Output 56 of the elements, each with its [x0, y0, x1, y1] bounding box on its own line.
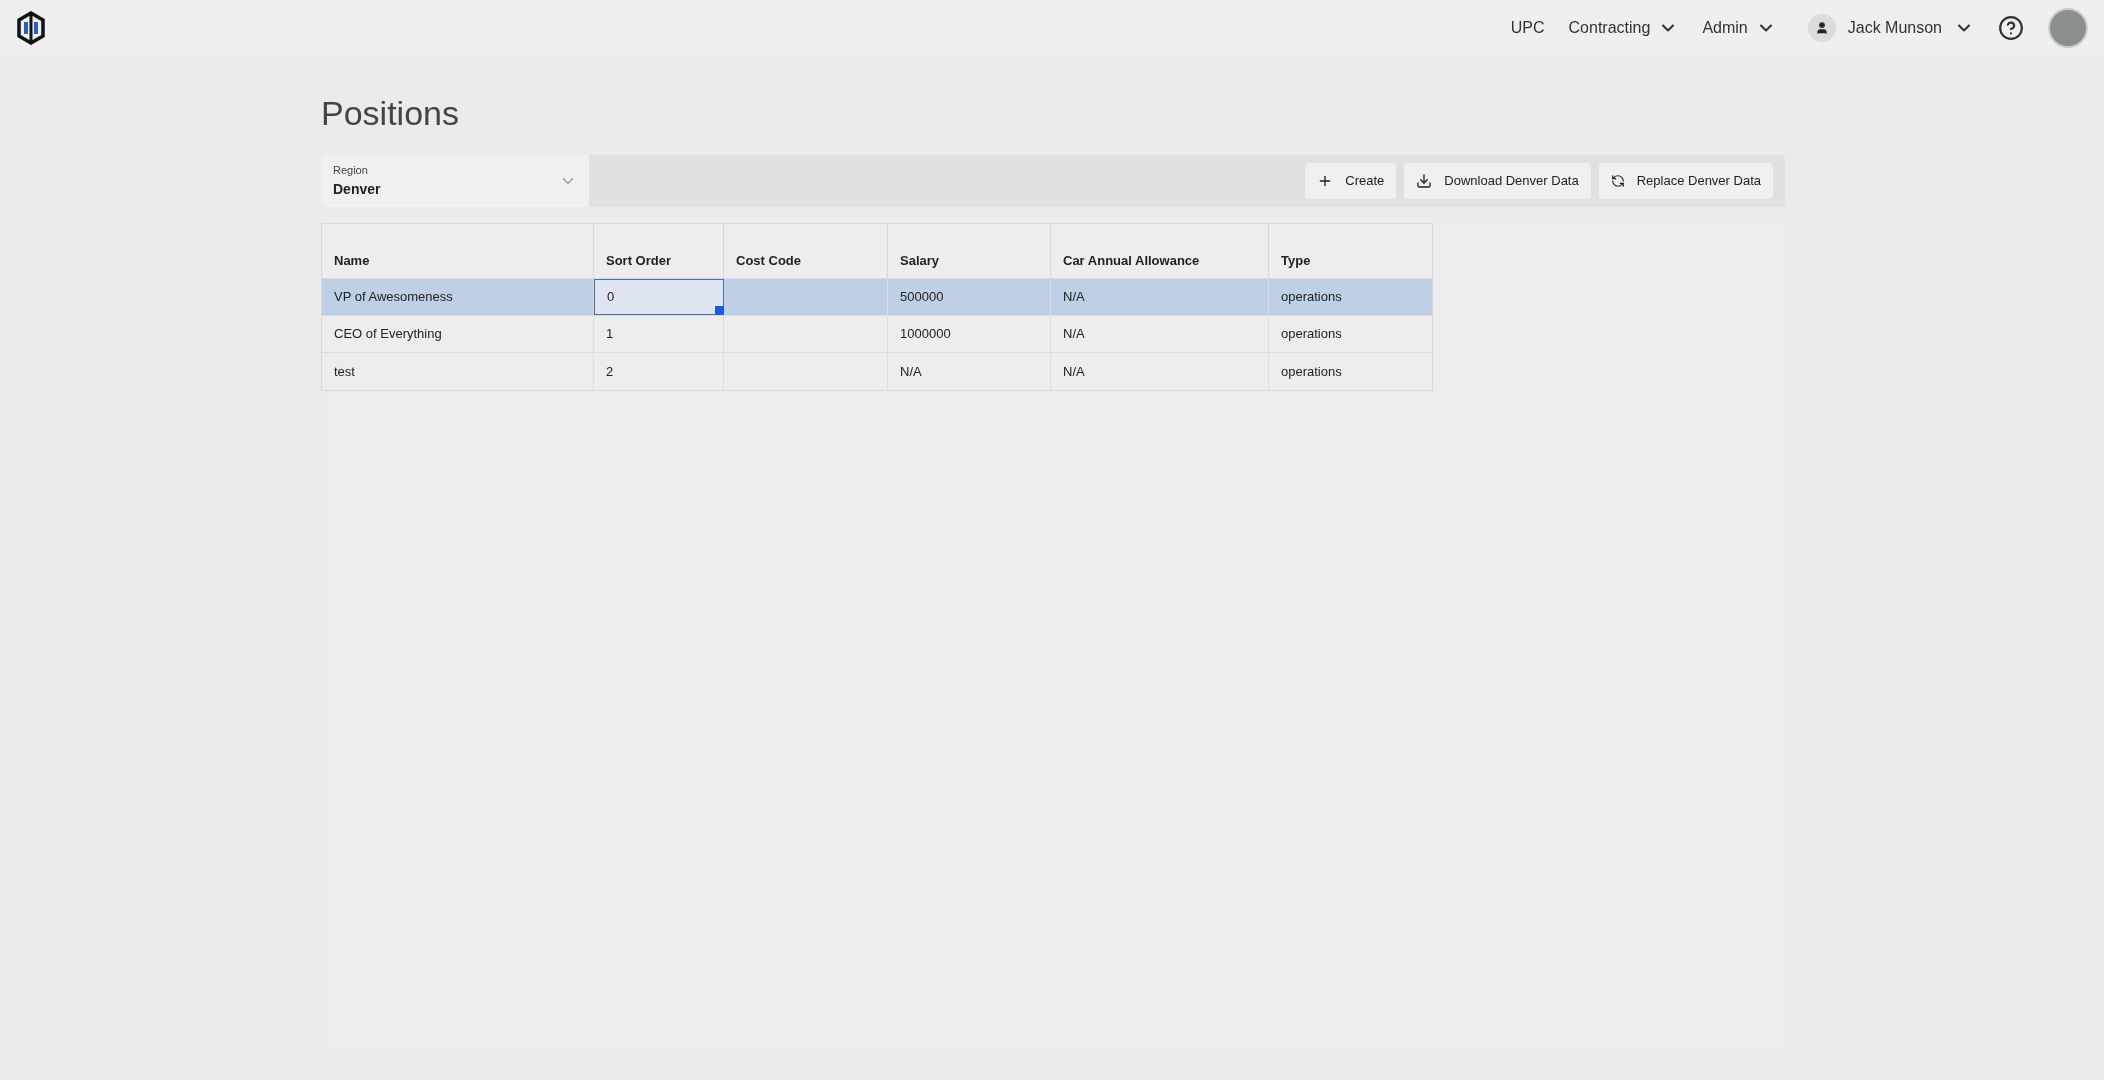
- column-header[interactable]: Type: [1269, 224, 1432, 278]
- table-row[interactable]: VP of Awesomeness 0 500000 N/A operations: [322, 279, 1432, 316]
- refresh-icon: [1610, 174, 1625, 188]
- cell-text: N/A: [1063, 362, 1085, 381]
- fill-handle[interactable]: [715, 306, 724, 315]
- cell-text: N/A: [1063, 288, 1085, 307]
- region-select[interactable]: Region Denver: [321, 155, 589, 207]
- table-cell[interactable]: 500000: [888, 279, 1051, 315]
- table-cell[interactable]: operations: [1269, 316, 1432, 352]
- toolbar-button[interactable]: Replace Denver Data: [1598, 163, 1773, 199]
- cell-text: 1000000: [900, 325, 951, 344]
- cell-text: N/A: [1063, 325, 1085, 344]
- cell-text: 0: [607, 288, 615, 307]
- column-header[interactable]: Sort Order: [594, 224, 724, 278]
- download-icon: [1416, 173, 1433, 189]
- cell-text: CEO of Everything: [334, 325, 442, 344]
- page-title: Positions: [321, 93, 460, 133]
- logo-icon: [16, 10, 46, 45]
- column-header[interactable]: Name: [322, 224, 594, 278]
- cell-text: 1: [606, 325, 614, 344]
- cell-text: 500000: [900, 288, 944, 307]
- table-cell[interactable]: N/A: [888, 353, 1051, 390]
- table-row[interactable]: CEO of Everything 1 1000000 N/A operations: [322, 316, 1432, 353]
- nav-menu-item[interactable]: UPC: [1510, 15, 1545, 40]
- column-header[interactable]: Cost Code: [724, 224, 888, 278]
- help-icon[interactable]: [1998, 14, 2024, 41]
- toolbar-button[interactable]: Download Denver Data: [1404, 163, 1591, 199]
- table-cell[interactable]: test: [322, 353, 594, 390]
- cell-text: operations: [1281, 325, 1342, 344]
- cell-text: operations: [1281, 288, 1342, 307]
- cell-text: 2: [606, 362, 614, 381]
- avatar[interactable]: [2048, 7, 2088, 48]
- cell-text: N/A: [900, 362, 922, 381]
- nav-menu-item[interactable]: Admin: [1702, 15, 1776, 40]
- column-header[interactable]: Salary: [888, 224, 1051, 278]
- table-cell[interactable]: 2: [594, 353, 724, 390]
- table-row[interactable]: test 2 N/A N/A operations: [322, 353, 1432, 390]
- table-cell[interactable]: 1: [594, 316, 724, 352]
- nav-menu-item[interactable]: Contracting: [1568, 15, 1679, 40]
- table-cell[interactable]: N/A: [1051, 316, 1269, 352]
- table-cell[interactable]: operations: [1269, 279, 1432, 315]
- table-cell[interactable]: 1000000: [888, 316, 1051, 352]
- cell-text: operations: [1281, 362, 1342, 381]
- toolbar-button[interactable]: Create: [1305, 163, 1397, 199]
- cell-text: VP of Awesomeness: [334, 288, 453, 307]
- column-header[interactable]: Car Annual Allowance: [1051, 224, 1269, 278]
- table-cell[interactable]: N/A: [1051, 353, 1269, 390]
- user-icon: [1807, 13, 1836, 42]
- region-label: Region: [333, 163, 369, 179]
- table-cell[interactable]: N/A: [1051, 279, 1269, 315]
- region-value: Denver: [333, 179, 382, 199]
- table-cell[interactable]: CEO of Everything: [322, 316, 594, 352]
- table-cell[interactable]: operations: [1269, 353, 1432, 390]
- table-cell[interactable]: 0: [594, 279, 724, 315]
- user-menu[interactable]: Jack Munson: [1807, 13, 1974, 42]
- cell-text: test: [334, 362, 355, 381]
